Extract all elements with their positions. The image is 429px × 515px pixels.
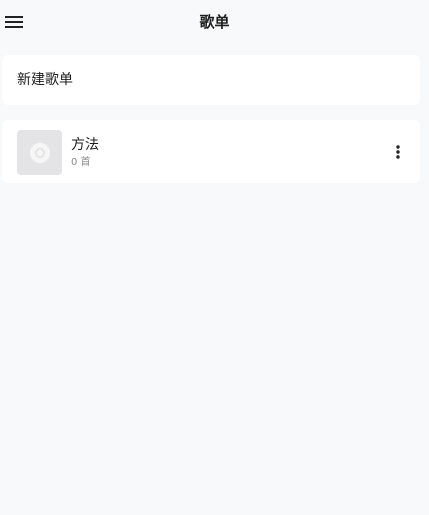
page-title: 歌单 xyxy=(199,13,230,31)
disc-icon xyxy=(29,142,50,163)
new-playlist-label: 新建歌单 xyxy=(17,72,73,88)
playlist-name: 方法 xyxy=(71,137,99,153)
playlist-cover xyxy=(17,130,62,175)
playlist-song-count: 0 首 xyxy=(71,157,91,168)
new-playlist-button[interactable]: 新建歌单 xyxy=(2,55,420,105)
playlist-more-button[interactable] xyxy=(390,142,406,162)
playlist-item[interactable]: 方法 0 首 xyxy=(2,120,420,183)
more-vertical-icon xyxy=(396,145,400,159)
app-bar: 歌单 xyxy=(0,0,429,44)
